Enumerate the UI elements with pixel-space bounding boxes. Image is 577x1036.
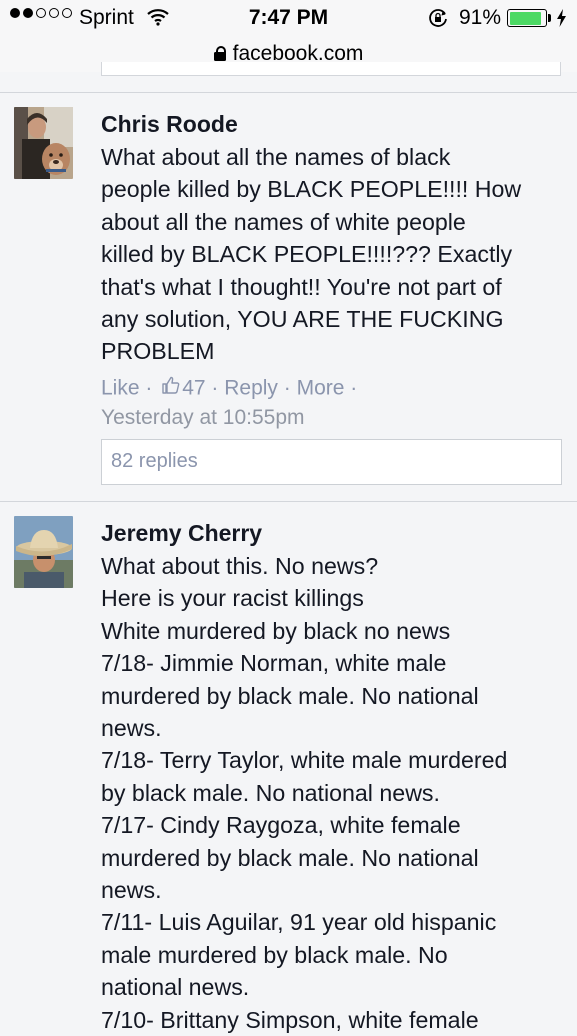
comment-text-line: people killed by BLACK PEOPLE!!!! How: [101, 176, 522, 203]
comment-text-line: by black male. No national news.: [101, 779, 440, 806]
comment-divider: [0, 501, 577, 502]
comment-text-line: news.: [101, 715, 162, 742]
comment-actions: Like · 47 · Reply · More ·: [101, 375, 357, 401]
avatar[interactable]: [14, 107, 73, 179]
comment-text-line: murdered by black male. No national: [101, 844, 479, 871]
comment-text-line: about all the names of white people: [101, 208, 466, 235]
comment-text-line: 7/18- Jimmie Norman, white male: [101, 650, 447, 677]
comment-text-line: murdered by black male. No national: [101, 682, 479, 709]
reply-link[interactable]: Reply: [224, 376, 278, 399]
comment-text-line: 7/10- Brittany Simpson, white female: [101, 1006, 479, 1033]
battery-level-fill: [509, 11, 542, 25]
comment-author[interactable]: Jeremy Cherry: [101, 519, 262, 547]
separator: ·: [139, 376, 159, 400]
rotation-lock-icon: [428, 8, 448, 34]
comment-text-line: news.: [101, 877, 162, 904]
comment-text-line: 7/18- Terry Taylor, white male murdered: [101, 747, 508, 774]
more-link[interactable]: More: [297, 376, 345, 399]
comment-text-line: What about this. No news?: [101, 553, 379, 579]
comment-author[interactable]: Chris Roode: [101, 110, 238, 138]
charging-bolt-icon: [556, 9, 567, 33]
separator: ·: [277, 376, 297, 400]
like-thumb-icon: [162, 375, 180, 401]
comment-text-line: PROBLEM: [101, 338, 215, 365]
comment-text-line: any solution, YOU ARE THE FUCKING: [101, 306, 504, 333]
comment-body: What about all the names of black people …: [101, 141, 571, 368]
comment-text-line: that's what I thought!! You're not part …: [101, 273, 502, 300]
view-replies-button[interactable]: 82 replies: [101, 439, 562, 485]
comment-text-line: Here is your racist killings: [101, 585, 364, 612]
comment-text-line: 7/11- Luis Aguilar, 91 year old hispanic: [101, 909, 497, 936]
comment-body: What about this. No news? Here is your ra…: [101, 550, 571, 1036]
separator: ·: [344, 376, 358, 400]
comment-text-line: 7/17- Cindy Raygoza, white female: [101, 812, 461, 839]
status-bar: Sprint 7:47 PM 91%: [0, 0, 577, 36]
comment-divider: [0, 92, 577, 93]
separator: ·: [205, 376, 225, 400]
comment-text-line: national news.: [101, 974, 250, 1001]
previous-reply-box[interactable]: [101, 62, 561, 76]
comment-text-line: killed by BLACK PEOPLE!!!!??? Exactly: [101, 241, 513, 268]
comment-timestamp[interactable]: Yesterday at 10:55pm: [101, 405, 305, 431]
like-link[interactable]: Like: [101, 376, 140, 399]
comment-text-line: male murdered by black male. No: [101, 941, 448, 968]
padlock-icon: [213, 45, 226, 61]
battery-percent: 91%: [459, 6, 502, 29]
like-count[interactable]: 47: [182, 376, 205, 399]
comment-text-line: What about all the names of black: [101, 144, 451, 170]
avatar[interactable]: [14, 516, 73, 588]
battery-icon: [507, 9, 547, 27]
battery-tip: [548, 14, 551, 22]
comment-text-line: White murdered by black no news: [101, 617, 451, 644]
